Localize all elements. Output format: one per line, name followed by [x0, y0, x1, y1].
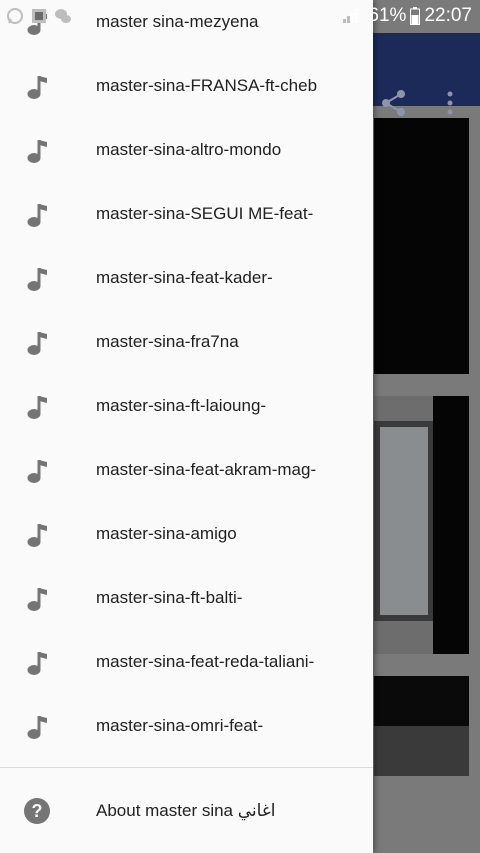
- drawer-song-item[interactable]: master-sina-ft-laioung-: [0, 374, 373, 438]
- drawer-song-label: master-sina-amigo: [96, 524, 237, 543]
- music-note-icon: [27, 588, 47, 611]
- drawer-song-item[interactable]: master-sina-FRANSA-ft-cheb: [0, 54, 373, 118]
- drawer-song-label: master-sina-SEGUI ME-feat-: [96, 204, 314, 223]
- music-note-icon: [27, 652, 47, 675]
- drawer-song-item[interactable]: master-sina-omri-feat-: [0, 694, 373, 758]
- drawer-song-label: master-sina-feat-kader-: [96, 268, 273, 287]
- wechat-icon: [55, 9, 71, 23]
- drawer-song-label: master-sina-feat-akram-mag-: [96, 460, 317, 479]
- drawer-song-item[interactable]: master-sina-fra7na: [0, 310, 373, 374]
- gallery-icon: [32, 9, 46, 23]
- music-note-icon: [27, 332, 47, 355]
- music-note-icon: [27, 460, 47, 483]
- share-icon[interactable]: [381, 89, 407, 117]
- drawer-song-label: master-sina-ft-laioung-: [96, 396, 267, 415]
- signal-icon: [343, 9, 361, 23]
- drawer-song-item[interactable]: master-sina-feat-reda-taliani-: [0, 630, 373, 694]
- drawer-song-label: master-sina-FRANSA-ft-cheb: [96, 76, 318, 95]
- drawer-song-label: master-sina-ft-balti-: [96, 588, 243, 607]
- more-vert-icon[interactable]: [446, 91, 454, 115]
- music-note-icon: [27, 716, 47, 739]
- drawer-song-label: master-sina-fra7na: [96, 332, 239, 351]
- thumbnail-image: [374, 421, 434, 621]
- battery-icon: [410, 7, 421, 25]
- music-note-icon: [27, 524, 47, 547]
- music-note-icon: [27, 76, 47, 99]
- music-note-icon: [27, 140, 47, 163]
- music-note-icon: [27, 204, 47, 227]
- drawer-song-item[interactable]: master-sina-feat-kader-: [0, 246, 373, 310]
- drawer-song-item[interactable]: master-sina-SEGUI ME-feat-: [0, 182, 373, 246]
- status-bar: 61% 22:07: [0, 0, 480, 33]
- help-icon: ?: [24, 798, 50, 824]
- music-note-icon: [27, 396, 47, 419]
- divider: [0, 767, 373, 768]
- clock: 22:07: [424, 5, 472, 26]
- drawer-song-label: master-sina-altro-mondo: [96, 140, 282, 159]
- drawer-song-label: master-sina-feat-reda-taliani-: [96, 652, 315, 671]
- video-thumbnail[interactable]: [374, 676, 469, 776]
- video-thumbnail[interactable]: [374, 118, 469, 374]
- music-note-icon: [27, 268, 47, 291]
- whatsapp-icon: [7, 8, 23, 24]
- drawer-song-item[interactable]: master-sina-feat-akram-mag-: [0, 438, 373, 502]
- drawer-song-item[interactable]: master-sina-amigo: [0, 502, 373, 566]
- drawer-song-label: master-sina-omri-feat-: [96, 716, 264, 735]
- battery-percent: 61%: [368, 5, 407, 26]
- video-thumbnail[interactable]: [374, 396, 469, 654]
- about-label: About master sina اغاني: [96, 801, 276, 820]
- drawer-song-item[interactable]: master-sina-ft-balti-: [0, 566, 373, 630]
- drawer-song-item[interactable]: master-sina-altro-mondo: [0, 118, 373, 182]
- navigation-drawer: master sina-mezyena master-sina-FRANSA-ft…: [0, 0, 373, 853]
- about-menu-item[interactable]: ? About master sina اغاني: [0, 778, 373, 844]
